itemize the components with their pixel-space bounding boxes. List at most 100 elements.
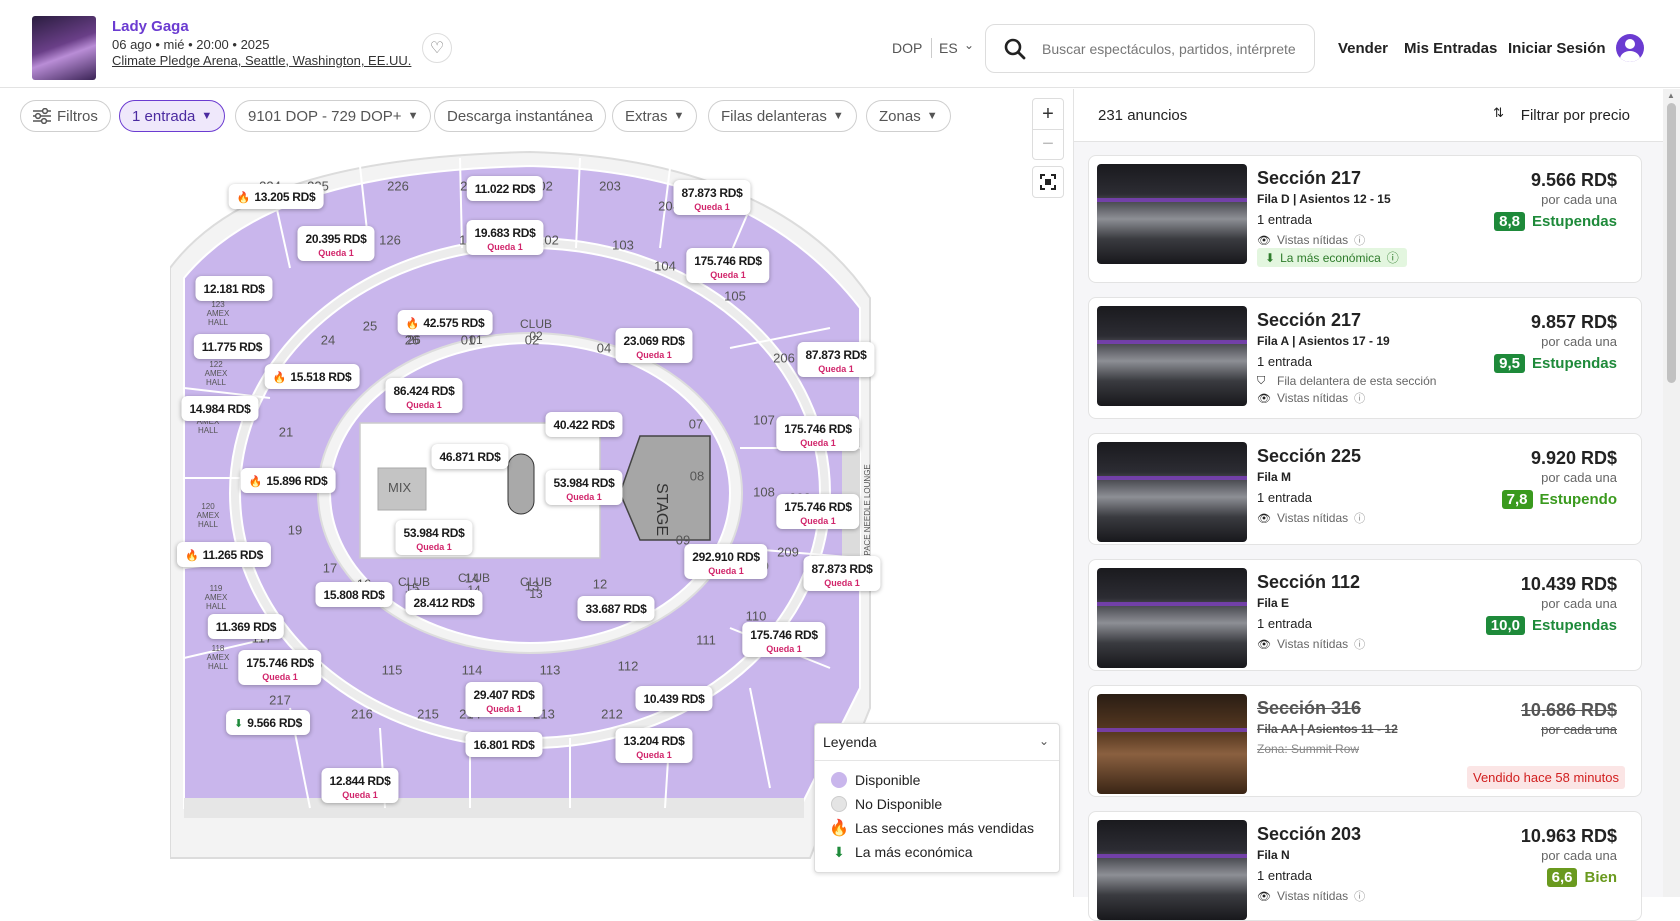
section-label-217[interactable]: 217 bbox=[269, 693, 291, 708]
seat-view-image[interactable] bbox=[1097, 820, 1247, 920]
price-pin[interactable]: 🔥 15.896 RD$ bbox=[240, 468, 336, 493]
price-pin[interactable]: 40.422 RD$ bbox=[545, 412, 623, 437]
section-label-111[interactable]: 111 bbox=[696, 633, 716, 648]
language-selector[interactable]: ES bbox=[939, 40, 958, 56]
club-label[interactable]: CLUB 02 bbox=[520, 318, 552, 342]
seat-view-image[interactable] bbox=[1097, 164, 1247, 264]
user-avatar[interactable] bbox=[1616, 34, 1644, 62]
price-pin[interactable]: 87.873 RD$ Queda 1 bbox=[797, 342, 875, 377]
price-pin[interactable]: 14.984 RD$ bbox=[181, 396, 259, 421]
listing-card[interactable]: Sección 203 Fila N 1 entrada 👁 Vistas nítida… bbox=[1088, 811, 1642, 921]
scroll-up-icon[interactable]: ▲ bbox=[1667, 91, 1675, 100]
price-pin[interactable]: 175.746 RD$ Queda 1 bbox=[686, 248, 770, 283]
scrollbar[interactable]: ▲ bbox=[1663, 89, 1680, 897]
price-pin[interactable]: 11.022 RD$ bbox=[466, 176, 544, 201]
price-pin[interactable]: 87.873 RD$ Queda 1 bbox=[673, 180, 751, 215]
scroll-thumb[interactable] bbox=[1667, 103, 1676, 383]
section-label-216[interactable]: 216 bbox=[351, 707, 373, 722]
login-link[interactable]: Iniciar Sesión bbox=[1508, 40, 1606, 57]
info-icon[interactable]: ⓘ bbox=[1354, 232, 1365, 248]
favorite-heart-button[interactable]: ♡ bbox=[422, 33, 452, 63]
price-pin[interactable]: 15.808 RD$ bbox=[315, 582, 393, 607]
zoom-out-button[interactable]: − bbox=[1033, 129, 1063, 159]
info-icon[interactable]: ⓘ bbox=[1354, 510, 1365, 526]
info-icon[interactable]: ⓘ bbox=[1354, 888, 1365, 904]
zones-filter[interactable]: Zonas ▼ bbox=[866, 100, 951, 132]
price-pin[interactable]: 29.407 RD$ Queda 1 bbox=[465, 682, 543, 717]
info-icon[interactable]: ⓘ bbox=[1354, 636, 1365, 652]
section-label-25[interactable]: 25 bbox=[363, 319, 377, 334]
section-label-19[interactable]: 19 bbox=[288, 523, 302, 538]
listing-card[interactable]: Sección 316 Fila AA | Asientos 11 - 12 Zon… bbox=[1088, 685, 1642, 797]
price-pin[interactable]: 53.984 RD$ Queda 1 bbox=[395, 520, 473, 555]
price-pin[interactable]: 10.439 RD$ bbox=[635, 686, 713, 711]
chevron-down-icon[interactable]: ⌄ bbox=[1039, 734, 1049, 748]
section-label-114[interactable]: 114 bbox=[462, 663, 483, 678]
price-pin[interactable]: 19.683 RD$ Queda 1 bbox=[466, 220, 544, 255]
price-pin[interactable]: 11.775 RD$ bbox=[193, 334, 271, 359]
zoom-in-button[interactable]: + bbox=[1033, 99, 1063, 129]
sort-by-price[interactable]: Filtrar por precio bbox=[1521, 107, 1630, 124]
sell-link[interactable]: Vender bbox=[1338, 40, 1388, 57]
seat-view-image[interactable] bbox=[1097, 306, 1247, 406]
section-label-126[interactable]: 126 bbox=[379, 233, 401, 248]
amex-hall-label[interactable]: 123 AMEX HALL bbox=[207, 300, 230, 327]
listing-card[interactable]: Sección 217 Fila D | Asientos 12 - 15 1 en… bbox=[1088, 155, 1642, 283]
price-pin[interactable]: 11.369 RD$ bbox=[207, 614, 285, 639]
price-pin[interactable]: 🔥 11.265 RD$ bbox=[176, 542, 272, 567]
chevron-down-icon[interactable]: ⌄ bbox=[964, 38, 974, 52]
instant-download-filter[interactable]: Descarga instantánea bbox=[434, 100, 606, 132]
search-box[interactable] bbox=[985, 24, 1315, 73]
price-pin[interactable]: 175.746 RD$ Queda 1 bbox=[776, 416, 860, 451]
section-label-113[interactable]: 113 bbox=[540, 663, 561, 678]
section-label-115[interactable]: 115 bbox=[382, 663, 403, 678]
amex-hall-label[interactable]: 118 AMEX HALL bbox=[207, 644, 230, 671]
listing-card[interactable]: Sección 217 Fila A | Asientos 17 - 19 1 en… bbox=[1088, 297, 1642, 419]
section-label-04[interactable]: 04 bbox=[597, 341, 611, 356]
price-pin[interactable]: 28.412 RD$ bbox=[405, 590, 483, 615]
filters-button[interactable]: Filtros bbox=[20, 100, 111, 132]
section-label-206[interactable]: 206 bbox=[773, 351, 795, 366]
my-tickets-link[interactable]: Mis Entradas bbox=[1404, 40, 1497, 57]
listing-card[interactable]: Sección 225 Fila M 1 entrada 👁 Vistas nítida… bbox=[1088, 433, 1642, 545]
price-pin[interactable]: 16.801 RD$ bbox=[465, 732, 543, 757]
section-label-112[interactable]: 112 bbox=[618, 659, 639, 674]
price-pin[interactable]: 🔥 42.575 RD$ bbox=[397, 310, 493, 335]
amex-hall-label[interactable]: 119 AMEX HALL bbox=[205, 584, 228, 611]
extras-filter[interactable]: Extras ▼ bbox=[612, 100, 698, 132]
price-pin[interactable]: 292.910 RD$ Queda 1 bbox=[684, 544, 768, 579]
section-label-107[interactable]: 107 bbox=[753, 413, 775, 428]
section-label-105[interactable]: 105 bbox=[724, 289, 746, 304]
currency-selector[interactable]: DOP bbox=[892, 40, 922, 56]
section-label-07[interactable]: 07 bbox=[689, 417, 703, 432]
price-filter[interactable]: 9101 DOP - 729 DOP+ ▼ bbox=[235, 100, 432, 132]
price-pin[interactable]: 53.984 RD$ Queda 1 bbox=[545, 470, 623, 505]
event-thumbnail[interactable] bbox=[32, 16, 96, 80]
section-label-203[interactable]: 203 bbox=[599, 179, 621, 194]
map-legend[interactable]: Leyenda ⌄ Disponible No Disponible 🔥 Las … bbox=[814, 723, 1060, 873]
price-pin[interactable]: 86.424 RD$ Queda 1 bbox=[385, 378, 463, 413]
price-pin[interactable]: 175.746 RD$ Queda 1 bbox=[238, 650, 322, 685]
price-pin[interactable]: 175.746 RD$ Queda 1 bbox=[776, 494, 860, 529]
fit-to-screen-button[interactable] bbox=[1032, 166, 1064, 198]
listing-card[interactable]: Sección 112 Fila E 1 entrada 👁 Vistas nítida… bbox=[1088, 559, 1642, 671]
info-icon[interactable]: ⓘ bbox=[1387, 249, 1399, 266]
section-label-24[interactable]: 24 bbox=[321, 333, 335, 348]
amex-hall-label[interactable]: 122 AMEX HALL bbox=[205, 360, 228, 387]
price-pin[interactable]: 20.395 RD$ Queda 1 bbox=[297, 226, 375, 261]
info-icon[interactable]: ⓘ bbox=[1354, 390, 1365, 406]
event-title[interactable]: Lady Gaga bbox=[112, 18, 189, 35]
quantity-filter[interactable]: 1 entrada ▼ bbox=[119, 100, 226, 132]
price-pin[interactable]: 33.687 RD$ bbox=[577, 596, 655, 621]
amex-hall-label[interactable]: 120 AMEX HALL bbox=[197, 502, 220, 529]
seat-map[interactable]: MIX STAGE SPACE NEEDLE LOUNGE 2242252262… bbox=[170, 148, 890, 868]
section-label-215[interactable]: 215 bbox=[417, 707, 439, 722]
section-label-08[interactable]: 08 bbox=[690, 469, 704, 484]
price-pin[interactable]: 46.871 RD$ bbox=[431, 444, 509, 469]
section-label-108[interactable]: 108 bbox=[753, 485, 775, 500]
price-pin[interactable]: 12.844 RD$ Queda 1 bbox=[321, 768, 399, 803]
price-pin[interactable]: 23.069 RD$ Queda 1 bbox=[615, 328, 693, 363]
sort-icon[interactable]: ⇅ bbox=[1493, 105, 1504, 121]
price-pin[interactable]: 🔥 13.205 RD$ bbox=[228, 184, 324, 209]
seat-view-image[interactable] bbox=[1097, 568, 1247, 668]
